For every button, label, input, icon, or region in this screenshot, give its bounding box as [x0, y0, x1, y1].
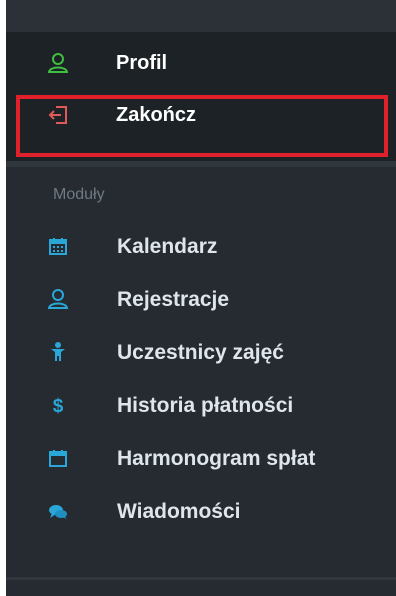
- logout-icon: [46, 103, 70, 127]
- svg-text:$: $: [53, 396, 64, 416]
- user-register-icon: [46, 287, 70, 311]
- module-item-payment-history[interactable]: $ Historia płatności: [6, 381, 396, 429]
- module-item-messages[interactable]: Wiadomości: [6, 487, 396, 535]
- schedule-icon: [46, 446, 70, 470]
- module-item-repayment-schedule[interactable]: Harmonogram spłat: [6, 434, 396, 482]
- module-item-label: Rejestracje: [117, 288, 230, 311]
- module-item-label: Historia płatności: [117, 394, 294, 417]
- menu-item-label: Profil: [116, 51, 168, 74]
- sidebar-top-strip: [6, 0, 396, 32]
- module-item-registrations[interactable]: Rejestracje: [6, 275, 396, 323]
- user-icon: [46, 51, 70, 75]
- sidebar: Profil Zakończ Moduły Kalendarz Rejestra…: [6, 0, 396, 596]
- divider: [6, 161, 396, 167]
- module-item-participants[interactable]: Uczestnicy zajęć: [6, 328, 396, 376]
- module-item-label: Uczestnicy zajęć: [117, 341, 284, 364]
- menu-item-profile[interactable]: Profil: [6, 40, 396, 86]
- sidebar-bottom-area: [6, 580, 396, 596]
- dollar-icon: $: [46, 393, 70, 417]
- module-item-calendar[interactable]: Kalendarz: [6, 222, 396, 270]
- module-item-label: Kalendarz: [117, 235, 218, 258]
- participant-icon: [46, 340, 70, 364]
- calendar-icon: [46, 234, 70, 258]
- messages-icon: [46, 499, 70, 523]
- module-item-label: Wiadomości: [117, 500, 241, 523]
- menu-item-logout[interactable]: Zakończ: [6, 92, 396, 138]
- menu-item-label: Zakończ: [116, 103, 197, 126]
- user-menu: Profil Zakończ: [6, 32, 396, 161]
- modules-section-title: Moduły: [53, 186, 105, 203]
- module-item-label: Harmonogram spłat: [117, 447, 316, 470]
